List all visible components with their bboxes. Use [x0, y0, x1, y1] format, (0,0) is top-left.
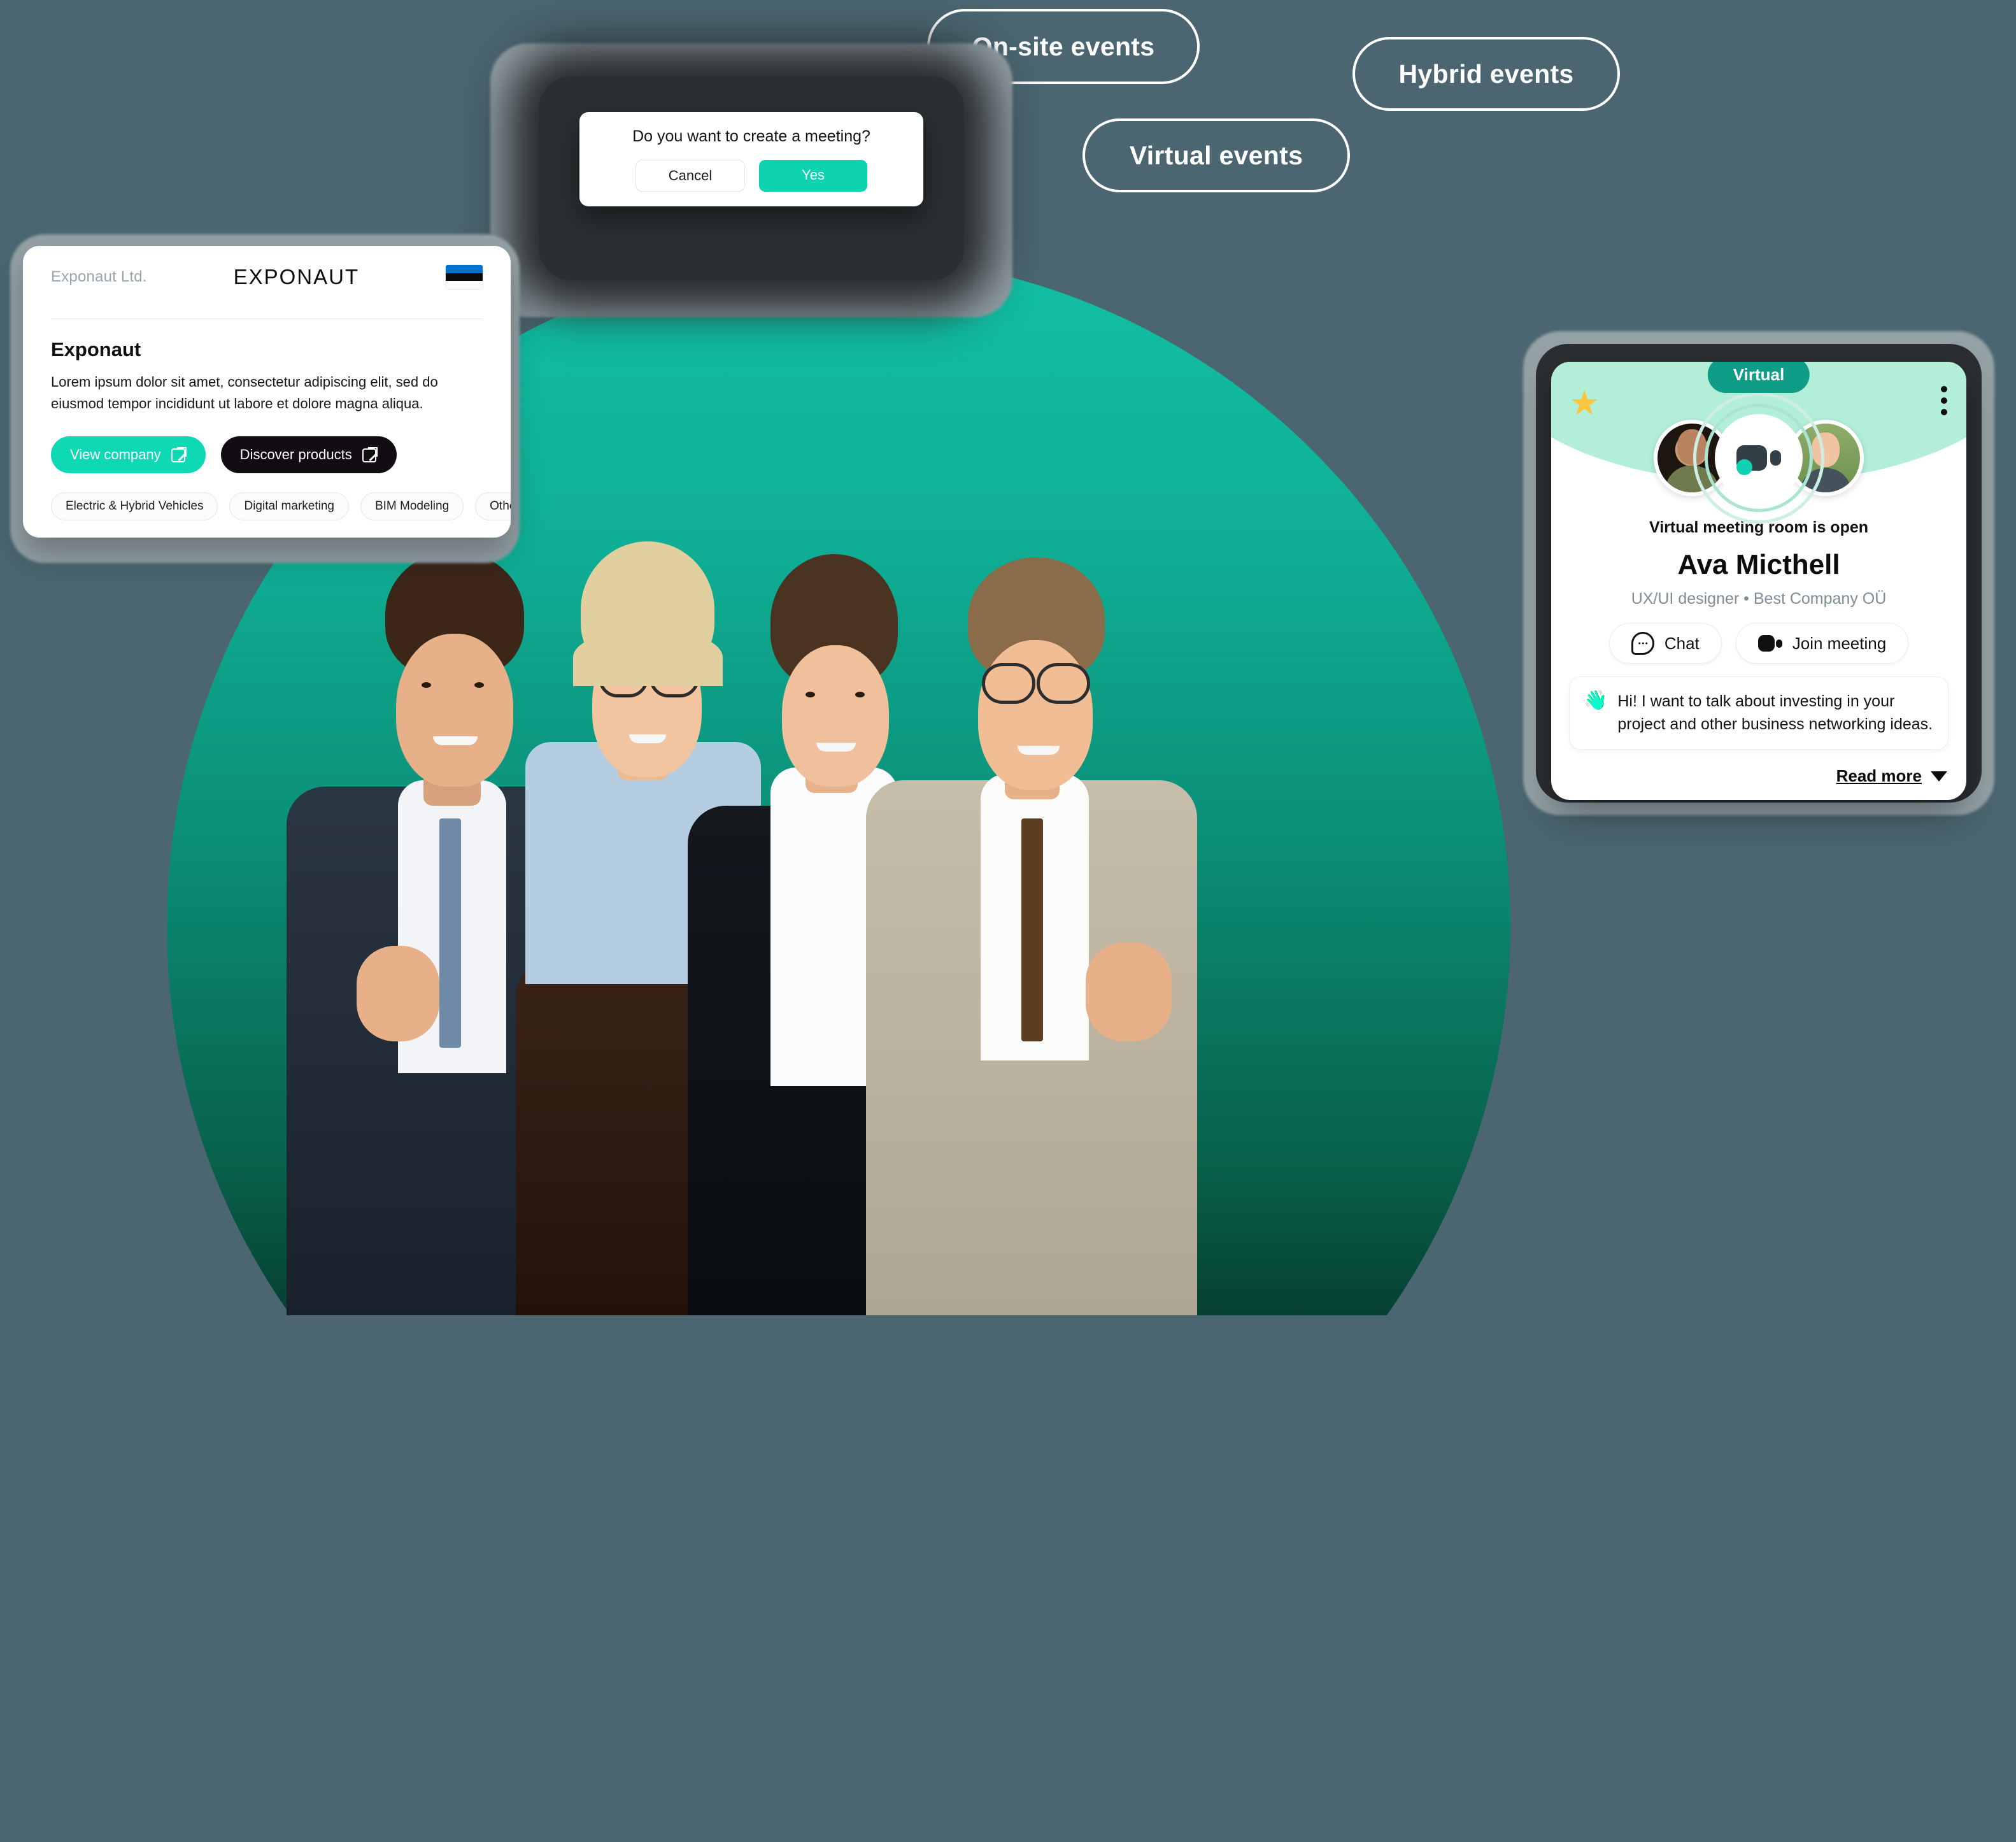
confirm-yes-button[interactable]: Yes: [759, 159, 867, 192]
video-camera-icon: [1757, 635, 1782, 652]
exponaut-card-header: Exponaut Ltd. EXPONAUT: [23, 246, 511, 289]
exponaut-card-actions: View company Discover products: [23, 415, 511, 474]
read-more-label: Read more: [1836, 766, 1922, 785]
profile-name: Ava Micthell: [1677, 549, 1840, 580]
discover-products-button[interactable]: Discover products: [220, 436, 397, 474]
create-meeting-dialog: Do you want to create a meeting? Cancel …: [579, 112, 923, 206]
exponaut-logo-text: EXPONAUT: [233, 265, 360, 289]
intro-message-text: Hi! I want to talk about investing in yo…: [1617, 692, 1933, 734]
video-room-icon: [1693, 392, 1824, 524]
cancel-button[interactable]: Cancel: [635, 159, 745, 192]
view-company-button[interactable]: View company: [51, 436, 206, 474]
chevron-down-icon: [1931, 771, 1947, 782]
join-meeting-label: Join meeting: [1792, 633, 1887, 653]
person-4: [853, 513, 1210, 1315]
page-canvas: On-site events Hybrid events Virtual eve…: [0, 0, 2016, 1842]
company-title: Exponaut: [51, 338, 141, 361]
company-description: Lorem ipsum dolor sit amet, consectetur …: [51, 374, 438, 412]
profile-role: UX/UI designer • Best Company OÜ: [1631, 590, 1887, 608]
estonia-flag-icon: [446, 265, 483, 289]
company-legal-name: Exponaut Ltd.: [51, 268, 147, 285]
chat-button-label: Chat: [1664, 633, 1700, 653]
view-company-label: View company: [70, 446, 161, 463]
virtual-card-actions: Chat Join meeting: [1551, 623, 1966, 664]
star-icon[interactable]: ★: [1569, 386, 1600, 420]
exponaut-company-card: Exponaut Ltd. EXPONAUT Exponaut Lorem ip…: [23, 246, 511, 538]
tag-chip[interactable]: Electric & Hybrid Vehicles: [51, 492, 218, 521]
tag-chip[interactable]: Digital marketing: [229, 492, 349, 521]
pill-virtual-events-label: Virtual events: [1129, 140, 1303, 170]
virtual-badge: Virtual: [1707, 362, 1810, 393]
company-tag-list: Electric & Hybrid Vehicles Digital marke…: [23, 473, 511, 521]
dialog-title: Do you want to create a meeting?: [632, 127, 870, 145]
dialog-actions: Cancel Yes: [635, 159, 867, 192]
read-more-toggle[interactable]: Read more: [1836, 766, 1947, 786]
waving-hand-icon: 👋: [1584, 690, 1608, 711]
pill-hybrid-events-label: Hybrid events: [1398, 59, 1574, 89]
pill-hybrid-events[interactable]: Hybrid events: [1352, 37, 1620, 111]
external-link-icon: [362, 447, 378, 463]
join-meeting-button[interactable]: Join meeting: [1735, 623, 1909, 664]
virtual-meeting-card: Virtual ★ Virtual meeting room is open A…: [1551, 362, 1966, 800]
external-link-icon: [171, 447, 187, 463]
video-camera-icon: [1736, 443, 1781, 475]
chat-button[interactable]: Chat: [1608, 623, 1722, 664]
intro-message-box: 👋 Hi! I want to talk about investing in …: [1569, 676, 1949, 750]
chat-bubble-icon: [1631, 632, 1654, 655]
tag-chip[interactable]: BIM Modeling: [360, 492, 464, 521]
meeting-avatars: [1654, 392, 1864, 524]
discover-products-label: Discover products: [239, 446, 352, 463]
more-vertical-icon[interactable]: [1941, 386, 1947, 415]
pill-virtual-events[interactable]: Virtual events: [1083, 118, 1350, 192]
tag-chip[interactable]: Other: [475, 492, 511, 521]
exponaut-logo: EXPONAUT: [234, 265, 360, 289]
